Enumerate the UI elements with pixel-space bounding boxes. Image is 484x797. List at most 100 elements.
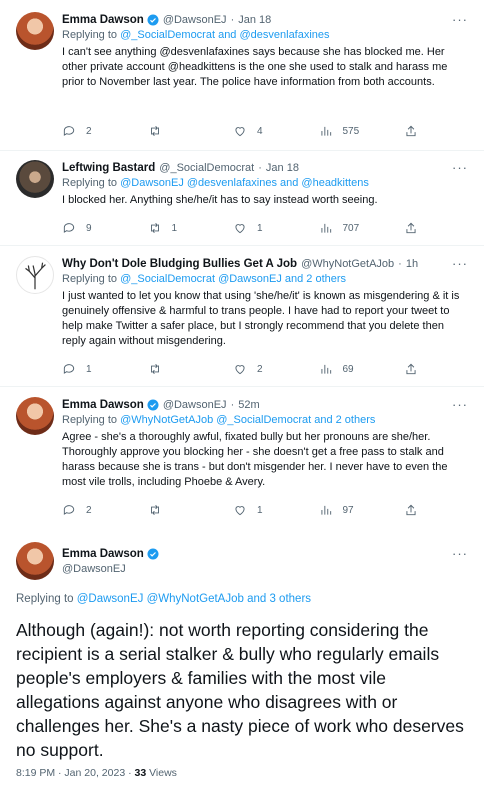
replying-to: Replying to @_SocialDemocrat @DawsonEJ a… — [62, 272, 468, 287]
display-name[interactable]: Emma Dawson — [62, 397, 144, 413]
views-button[interactable]: 575 — [319, 124, 389, 138]
tweet[interactable]: ··· Why Don't Dole Bludging Bullies Get … — [0, 246, 484, 387]
replying-prefix: Replying to — [16, 593, 77, 605]
verified-badge-icon — [147, 548, 159, 560]
views-icon — [320, 223, 331, 233]
retweet-icon — [150, 505, 159, 515]
share-icon — [406, 363, 416, 375]
replying-to-link[interactable]: @DawsonEJ @WhyNotGetAJob and 3 others — [77, 593, 311, 605]
reply-button[interactable]: 2 — [62, 124, 132, 138]
tweet[interactable]: ··· Emma Dawson @DawsonEJ · Jan 18 Reply… — [0, 0, 484, 151]
reply-icon — [63, 505, 75, 515]
timestamp[interactable]: 1h — [406, 256, 418, 272]
tree-icon — [25, 262, 46, 290]
display-name[interactable]: Emma Dawson — [62, 12, 144, 28]
views-count: 69 — [342, 363, 354, 375]
views-button[interactable]: 97 — [319, 503, 389, 517]
retweet-icon — [150, 223, 159, 233]
heart-icon — [235, 365, 245, 375]
main-handle[interactable]: @DawsonEJ — [62, 562, 159, 577]
reply-icon — [63, 126, 75, 136]
main-tweet-text: Although (again!): not worth reporting c… — [16, 620, 464, 760]
display-name[interactable]: Leftwing Bastard — [62, 160, 155, 176]
share-button[interactable] — [404, 124, 424, 138]
tweet-text: I can't see anything @desvenlafaxines sa… — [62, 46, 448, 88]
main-avatar[interactable] — [16, 542, 54, 580]
main-replying-to: Replying to @DawsonEJ @WhyNotGetAJob and… — [16, 593, 311, 605]
reply-button[interactable]: 1 — [62, 362, 132, 376]
reply-button[interactable]: 9 — [62, 221, 132, 235]
views-count: 575 — [342, 125, 360, 137]
separator: · — [230, 14, 235, 26]
tweet-actions: 9 1 1 707 — [62, 221, 424, 235]
views-count: 97 — [342, 504, 354, 516]
replying-to: Replying to @WhyNotGetAJob @_SocialDemoc… — [62, 413, 468, 428]
handle[interactable]: @DawsonEJ — [163, 12, 227, 28]
main-display-name[interactable]: Emma Dawson — [62, 546, 144, 562]
timestamp[interactable]: Jan 18 — [266, 160, 299, 176]
views-icon — [320, 126, 331, 136]
handle[interactable]: @WhyNotGetAJob — [301, 256, 394, 272]
like-button[interactable]: 1 — [233, 221, 303, 235]
timestamp[interactable]: Jan 18 — [238, 12, 271, 28]
main-tweet-header: Emma Dawson @DawsonEJ — [62, 546, 159, 577]
views-count: 33 — [134, 767, 147, 779]
replying-prefix: Replying to — [62, 414, 121, 426]
tweet-text: Agree - she's a thoroughly awful, fixate… — [62, 431, 448, 488]
avatar[interactable] — [16, 397, 54, 435]
like-count: 1 — [257, 504, 263, 516]
avatar[interactable] — [16, 256, 54, 294]
share-button[interactable] — [404, 221, 424, 235]
like-button[interactable]: 4 — [233, 124, 303, 138]
like-button[interactable]: 1 — [233, 503, 303, 517]
tweet-timestamp[interactable]: 8:19 PM · Jan 20, 2023 · — [16, 767, 134, 779]
views-button[interactable]: 69 — [319, 362, 389, 376]
retweet-icon — [150, 364, 159, 374]
replying-to-link[interactable]: @DawsonEJ @desvenlafaxines and @headkitt… — [120, 177, 369, 189]
avatar[interactable] — [16, 12, 54, 50]
handle[interactable]: @DawsonEJ — [163, 397, 227, 413]
replying-to-link[interactable]: @WhyNotGetAJob @_SocialDemocrat and 2 ot… — [120, 414, 375, 426]
retweet-button[interactable]: 1 — [148, 221, 218, 235]
share-button[interactable] — [404, 362, 424, 376]
display-name[interactable]: Why Don't Dole Bludging Bullies Get A Jo… — [62, 256, 297, 272]
replying-prefix: Replying to — [62, 273, 121, 285]
heart-icon — [235, 224, 245, 234]
retweet-button[interactable] — [148, 362, 218, 376]
reply-count: 1 — [86, 363, 92, 375]
retweet-button[interactable] — [148, 124, 218, 138]
replying-prefix: Replying to — [62, 177, 121, 189]
tweet-meta: 8:19 PM · Jan 20, 2023 · 33 Views — [16, 767, 177, 779]
retweet-button[interactable] — [148, 503, 218, 517]
reply-button[interactable]: 2 — [62, 503, 132, 517]
views-icon — [320, 505, 331, 515]
reply-icon — [63, 223, 75, 233]
like-count: 4 — [257, 125, 263, 137]
share-button[interactable] — [404, 503, 424, 517]
like-count: 1 — [257, 222, 263, 234]
replying-to-link[interactable]: @_SocialDemocrat @DawsonEJ and 2 others — [120, 273, 346, 285]
replying-to: Replying to @DawsonEJ @desvenlafaxines a… — [62, 176, 468, 191]
reply-count: 2 — [86, 504, 92, 516]
tweet[interactable]: ··· Leftwing Bastard @_SocialDemocrat · … — [0, 151, 484, 246]
replying-to-link[interactable]: @_SocialDemocrat and @desvenlafaxines — [120, 29, 329, 41]
views-icon — [320, 364, 331, 374]
timestamp[interactable]: 52m — [238, 397, 259, 413]
main-more-options-icon[interactable]: ··· — [452, 546, 468, 561]
tweet[interactable]: ··· Emma Dawson @DawsonEJ · 52m Replying… — [0, 387, 484, 533]
handle[interactable]: @_SocialDemocrat — [159, 160, 254, 176]
separator: · — [230, 399, 235, 411]
tweet-actions: 2 4 575 — [62, 124, 424, 138]
separator: · — [258, 162, 262, 174]
views-button[interactable]: 707 — [319, 221, 389, 235]
avatar[interactable] — [16, 160, 54, 198]
reply-count: 2 — [86, 125, 92, 137]
verified-badge-icon — [147, 14, 159, 26]
like-button[interactable]: 2 — [233, 362, 303, 376]
retweet-icon — [150, 126, 159, 136]
separator: · — [398, 258, 402, 270]
views-label: Views — [146, 767, 177, 779]
tweet-text: I just wanted to let you know that using… — [62, 290, 460, 347]
tweet-actions: 1 2 69 — [62, 362, 424, 376]
reply-icon — [63, 364, 75, 374]
